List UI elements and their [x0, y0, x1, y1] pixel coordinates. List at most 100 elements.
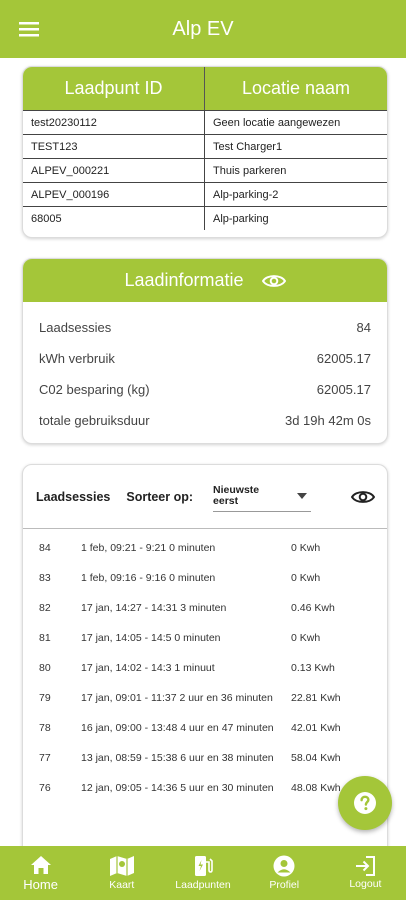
session-description: 1 feb, 09:21 - 9:21 0 minuten — [81, 542, 216, 554]
dropdown-arrow-icon — [297, 493, 308, 499]
session-number: 80 — [39, 662, 51, 674]
eye-icon[interactable] — [261, 273, 286, 289]
home-icon — [30, 855, 51, 874]
session-description: 1 feb, 09:16 - 9:16 0 minuten — [81, 572, 216, 584]
charging-info-header: Laadinformatie — [23, 259, 387, 302]
chargepoints-table-header: Laadpunt ID Locatie naam — [23, 67, 387, 110]
chargepoint-id: test20230112 — [23, 111, 205, 134]
sessions-toolbar: Laadsessies Sorteer op: Nieuwste eerst — [23, 465, 387, 529]
column-header-location: Locatie naam — [241, 78, 351, 98]
session-description: 16 jan, 09:00 - 13:48 4 uur en 47 minute… — [81, 722, 274, 734]
list-item[interactable]: 84 1 feb, 09:21 - 9:21 0 minuten 0 Kwh — [23, 533, 387, 563]
table-row[interactable]: 68005 Alp-parking — [23, 206, 387, 230]
list-item[interactable]: 79 17 jan, 09:01 - 11:37 2 uur en 36 min… — [23, 683, 387, 713]
nav-label: Logout — [349, 878, 382, 890]
map-icon — [109, 856, 134, 876]
info-label: totale gebruiksduur — [39, 413, 150, 428]
nav-map[interactable]: Kaart — [81, 846, 162, 900]
nav-label: Laadpunten — [175, 879, 231, 891]
session-number: 81 — [39, 632, 51, 644]
session-number: 84 — [39, 542, 51, 554]
charging-info-title: Laadinformatie — [124, 270, 244, 290]
app-title: Alp EV — [172, 17, 234, 40]
chargepoint-id: ALPEV_000221 — [23, 159, 205, 182]
table-row[interactable]: TEST123 Test Charger1 — [23, 134, 387, 158]
list-item[interactable]: 77 13 jan, 08:59 - 15:38 6 uur en 38 min… — [23, 743, 387, 773]
info-row-sessions: Laadsessies 84 — [39, 312, 371, 343]
chargepoint-location: Alp-parking-2 — [213, 188, 279, 201]
session-description: 12 jan, 09:05 - 14:36 5 uur en 30 minute… — [81, 782, 274, 794]
session-description: 17 jan, 14:27 - 14:31 3 minuten — [81, 602, 227, 614]
session-description: 17 jan, 14:05 - 14:5 0 minuten — [81, 632, 221, 644]
sort-value: Nieuwste eerst — [213, 484, 260, 507]
info-row-co2: C02 besparing (kg) 62005.17 — [39, 374, 371, 405]
session-number: 83 — [39, 572, 51, 584]
table-row[interactable]: ALPEV_000196 Alp-parking-2 — [23, 182, 387, 206]
session-number: 78 — [39, 722, 51, 734]
session-kwh: 0.13 Kwh — [291, 662, 335, 674]
session-number: 82 — [39, 602, 51, 614]
session-kwh: 22.81 Kwh — [291, 692, 341, 704]
chargepoint-id: ALPEV_000196 — [23, 183, 205, 206]
list-item[interactable]: 81 17 jan, 14:05 - 14:5 0 minuten 0 Kwh — [23, 623, 387, 653]
session-kwh: 0 Kwh — [291, 572, 321, 584]
list-item[interactable]: 78 16 jan, 09:00 - 13:48 4 uur en 47 min… — [23, 713, 387, 743]
chargepoint-id: 68005 — [23, 207, 205, 230]
charging-info-card: Laadinformatie Laadsessies 84 kWh verbru… — [22, 258, 388, 444]
session-kwh: 0.46 Kwh — [291, 602, 335, 614]
table-row[interactable]: test20230112 Geen locatie aangewezen — [23, 110, 387, 134]
list-item[interactable]: 83 1 feb, 09:16 - 9:16 0 minuten 0 Kwh — [23, 563, 387, 593]
info-row-duration: totale gebruiksduur 3d 19h 42m 0s — [39, 405, 371, 436]
sessions-list: 84 1 feb, 09:21 - 9:21 0 minuten 0 Kwh 8… — [23, 529, 387, 803]
nav-home[interactable]: Home — [0, 846, 81, 900]
sessions-card: Laadsessies Sorteer op: Nieuwste eerst 8… — [22, 464, 388, 864]
chargepoint-location: Geen locatie aangewezen — [213, 116, 341, 129]
info-value: 84 — [356, 320, 371, 335]
nav-label: Profiel — [269, 879, 300, 891]
toggle-visibility-button[interactable] — [351, 489, 375, 505]
chargepoints-card: Laadpunt ID Locatie naam test20230112 Ge… — [22, 66, 388, 238]
column-header-id: Laadpunt ID — [23, 67, 205, 110]
info-label: Laadsessies — [39, 320, 112, 335]
session-number: 76 — [39, 782, 51, 794]
session-description: 17 jan, 09:01 - 11:37 2 uur en 36 minute… — [81, 692, 273, 704]
profile-icon — [273, 855, 295, 877]
info-row-kwh: kWh verbruik 62005.17 — [39, 343, 371, 374]
nav-profile[interactable]: Profiel — [244, 846, 325, 900]
menu-button[interactable] — [0, 0, 58, 58]
session-kwh: 0 Kwh — [291, 542, 321, 554]
nav-logout[interactable]: Logout — [325, 846, 406, 900]
logout-icon — [356, 856, 376, 876]
list-item[interactable]: 80 17 jan, 14:02 - 14:3 1 minuut 0.13 Kw… — [23, 653, 387, 683]
session-description: 13 jan, 08:59 - 15:38 6 uur en 38 minute… — [81, 752, 274, 764]
session-kwh: 0 Kwh — [291, 632, 321, 644]
help-button[interactable] — [338, 776, 392, 830]
chargepoint-location: Test Charger1 — [213, 140, 283, 153]
info-value: 62005.17 — [316, 351, 371, 366]
nav-chargepoints[interactable]: Laadpunten — [162, 846, 243, 900]
sessions-title: Laadsessies — [36, 489, 111, 504]
chargepoint-location: Thuis parkeren — [213, 164, 287, 177]
hamburger-icon — [19, 22, 39, 37]
info-label: kWh verbruik — [39, 351, 115, 366]
info-value: 62005.17 — [316, 382, 371, 397]
chargepoint-location: Alp-parking — [213, 212, 269, 225]
help-icon — [354, 792, 376, 814]
app-bar: Alp EV — [0, 0, 406, 58]
list-item[interactable]: 82 17 jan, 14:27 - 14:31 3 minuten 0.46 … — [23, 593, 387, 623]
info-value: 3d 19h 42m 0s — [284, 413, 371, 428]
eye-icon — [351, 490, 375, 503]
session-kwh: 58.04 Kwh — [291, 752, 341, 764]
table-row[interactable]: ALPEV_000221 Thuis parkeren — [23, 158, 387, 182]
sort-dropdown[interactable]: Nieuwste eerst — [213, 482, 312, 512]
info-label: C02 besparing (kg) — [39, 382, 150, 397]
session-number: 79 — [39, 692, 51, 704]
session-kwh: 42.01 Kwh — [291, 722, 341, 734]
session-description: 17 jan, 14:02 - 14:3 1 minuut — [81, 662, 215, 674]
bottom-navigation: Home Kaart Laadpunten Profiel Logout — [0, 846, 406, 900]
sort-label: Sorteer op: — [126, 489, 194, 504]
charger-icon — [195, 856, 213, 876]
list-item[interactable]: 76 12 jan, 09:05 - 14:36 5 uur en 30 min… — [23, 773, 387, 803]
nav-label: Home — [23, 876, 58, 892]
chargepoint-id: TEST123 — [23, 135, 205, 158]
